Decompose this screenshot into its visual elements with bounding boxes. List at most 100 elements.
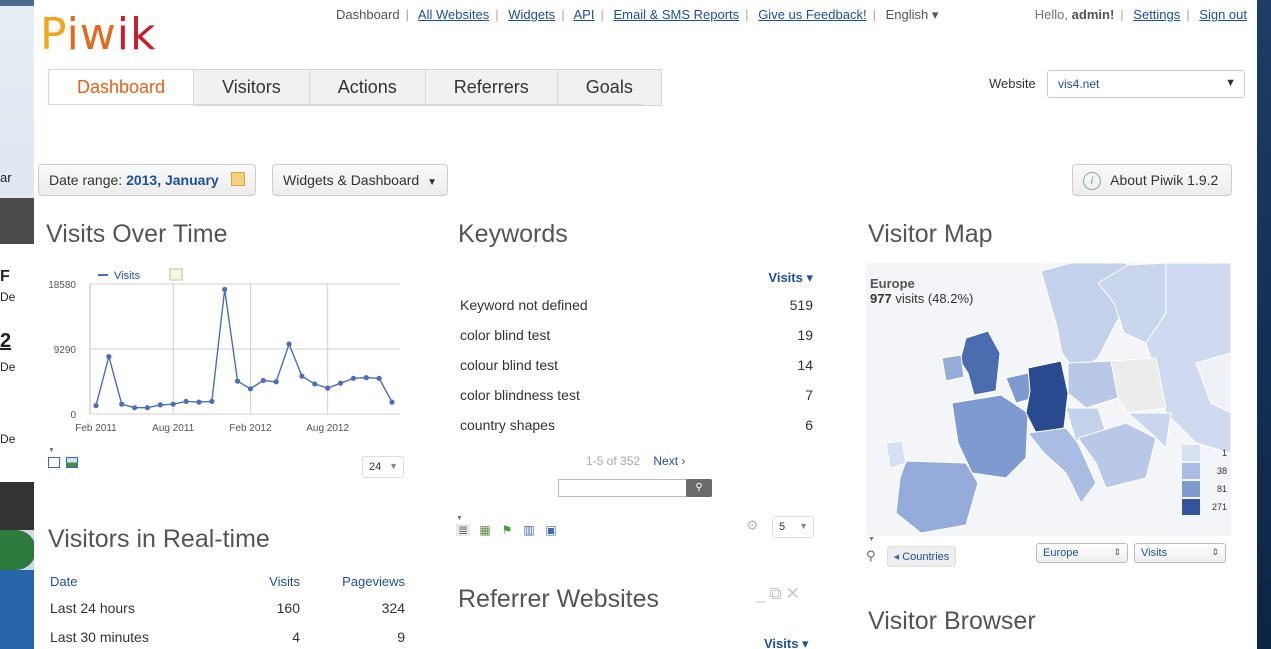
close-icon[interactable]: ✕ <box>786 584 804 603</box>
keywords-table: Visits ▾ Keyword not defined 519 color bl… <box>460 270 816 440</box>
visits-data-point <box>183 398 189 405</box>
widgets-dashboard-button[interactable]: Widgets & Dashboard ▼ <box>272 164 448 196</box>
desktop-shape-green <box>0 530 36 570</box>
map-region-visits: 977 <box>870 291 892 306</box>
map-legend-swatch <box>1182 481 1200 497</box>
tab-actions[interactable]: Actions <box>308 69 426 106</box>
visits-data-point <box>209 398 215 405</box>
search-icon[interactable]: ⚲ <box>686 479 712 497</box>
table-view-icon[interactable]: ≣ <box>456 524 470 536</box>
chevron-down-icon: ▼ <box>799 521 808 531</box>
keyword-label: colour blind test <box>460 357 559 373</box>
website-label: Website <box>989 76 1036 91</box>
topnav-widgets[interactable]: Widgets <box>508 7 555 22</box>
table-row[interactable]: Keyword not defined 519 <box>460 290 816 320</box>
keyword-label: Keyword not defined <box>460 297 588 313</box>
tab-dashboard[interactable]: Dashboard <box>48 69 195 106</box>
topnav-feedback[interactable]: Give us Feedback! <box>758 7 866 22</box>
keywords-next-link[interactable]: Next › <box>653 454 685 468</box>
image-export-icon[interactable] <box>66 457 78 469</box>
chevron-down-icon[interactable]: ▼ <box>456 515 566 523</box>
map-legend-value: 1 <box>1221 448 1227 458</box>
visits-data-point <box>376 375 382 381</box>
top-navigation: Dashboard | All Websites | Widgets | API | E… <box>336 7 939 22</box>
visits-data-point <box>325 385 331 391</box>
map-legend-value: 271 <box>1211 502 1227 512</box>
realtime-cell: Last 30 minutes <box>50 629 149 645</box>
bar-chart-icon[interactable]: ▥ <box>522 524 536 536</box>
tab-visitors[interactable]: Visitors <box>193 69 310 106</box>
signout-link[interactable]: Sign out <box>1199 7 1247 22</box>
chevron-down-icon[interactable]: ▼ <box>868 536 875 543</box>
about-piwik-label: About Piwik 1.9.2 <box>1110 172 1219 188</box>
export-icon[interactable] <box>48 457 60 469</box>
greeting-text: Hello, <box>1034 7 1069 22</box>
x-tick-label: Aug 2011 <box>152 423 195 434</box>
topnav-dashboard[interactable]: Dashboard <box>336 7 400 22</box>
referrer-websites-title: Referrer Websites <box>458 585 659 613</box>
date-range-button[interactable]: Date range: 2013, January <box>38 164 256 196</box>
realtime-col-pageviews[interactable]: Pageviews <box>300 574 405 594</box>
referrer-visits-column[interactable]: Visits ▾ <box>764 636 809 649</box>
tab-referrers[interactable]: Referrers <box>424 69 558 106</box>
goals-view-icon[interactable]: ⚑ <box>500 524 514 536</box>
settings-link[interactable]: Settings <box>1133 7 1180 22</box>
keywords-title: Keywords <box>458 220 568 248</box>
map-region-name: Europe <box>870 276 915 291</box>
keywords-limit-select[interactable]: 5 ▼ <box>772 516 814 538</box>
calendar-icon <box>230 172 245 186</box>
about-piwik-button[interactable]: i About Piwik 1.9.2 <box>1072 164 1232 196</box>
chart-limit-value: 24 <box>369 461 382 473</box>
keywords-visits-column[interactable]: Visits ▾ <box>460 270 816 290</box>
topnav-api[interactable]: API <box>573 7 594 22</box>
website-select[interactable]: vis4.net ▼ <box>1047 70 1245 98</box>
table-row[interactable]: country shapes 6 <box>460 410 816 440</box>
topnav-all-websites[interactable]: All Websites <box>418 7 489 22</box>
visits-data-point <box>363 375 369 381</box>
user-navigation: Hello, admin! | Settings | Sign out <box>1034 7 1247 22</box>
map-region-select[interactable]: Europe ⇕ <box>1036 543 1128 563</box>
table-row: Last 24 hours 160 324 <box>50 594 405 623</box>
table-row[interactable]: colour blind test 14 <box>460 350 816 380</box>
language-selector[interactable]: English ▾ <box>886 7 939 22</box>
map-legend-item: 1 <box>1182 444 1227 462</box>
visits-data-point <box>337 380 344 386</box>
chevron-down-icon: ▼ <box>427 177 437 188</box>
x-tick-label: Feb 2011 <box>75 423 117 434</box>
zoom-out-icon[interactable]: ⚲ <box>866 548 876 563</box>
map-legend: 1 38 81 271 <box>1182 444 1227 516</box>
countries-button[interactable]: ◂ Countries <box>886 546 957 567</box>
y-tick-label: 0 <box>70 410 76 421</box>
desktop-shape-blue <box>0 570 36 649</box>
topnav-email-reports[interactable]: Email & SMS Reports <box>613 7 739 22</box>
visits-data-point <box>247 386 254 392</box>
website-value: vis4.net <box>1058 77 1100 91</box>
visits-data-point <box>93 403 99 409</box>
gear-icon[interactable]: ⚙ <box>746 517 759 534</box>
map-metric-select[interactable]: Visits ⇕ <box>1134 543 1226 563</box>
export-icon[interactable]: ▣ <box>544 524 558 536</box>
y-tick-label: 18580 <box>48 280 76 291</box>
chart-limit-select[interactable]: 24 ▼ <box>362 456 404 478</box>
keyword-value: 14 <box>797 357 813 373</box>
visits-data-point <box>260 377 266 384</box>
table-row[interactable]: color blindness test 7 <box>460 380 816 410</box>
keyword-value: 7 <box>805 387 813 403</box>
main-tabs: Dashboard Visitors Actions Referrers Goa… <box>48 69 662 106</box>
maximise-icon[interactable]: ⧉ <box>769 584 785 603</box>
table-row[interactable]: color blind test 19 <box>460 320 816 350</box>
desktop-text: ar <box>0 170 12 185</box>
realtime-col-date[interactable]: Date <box>50 574 230 594</box>
x-tick-label: Feb 2012 <box>229 423 272 434</box>
realtime-col-visits[interactable]: Visits <box>230 574 300 594</box>
map-region-select-value: Europe <box>1043 547 1079 559</box>
minimise-icon[interactable]: _ <box>756 584 769 603</box>
table-more-icon[interactable]: ▦ <box>478 524 492 536</box>
keywords-search-input[interactable] <box>558 479 688 497</box>
piwik-logo[interactable]: Piwik <box>40 12 157 58</box>
chevron-down-icon[interactable]: ▼ <box>48 447 84 454</box>
tab-goals[interactable]: Goals <box>556 69 662 106</box>
chevron-down-icon: ▼ <box>389 461 398 471</box>
visits-data-point <box>273 379 279 385</box>
info-icon: i <box>1083 172 1101 190</box>
